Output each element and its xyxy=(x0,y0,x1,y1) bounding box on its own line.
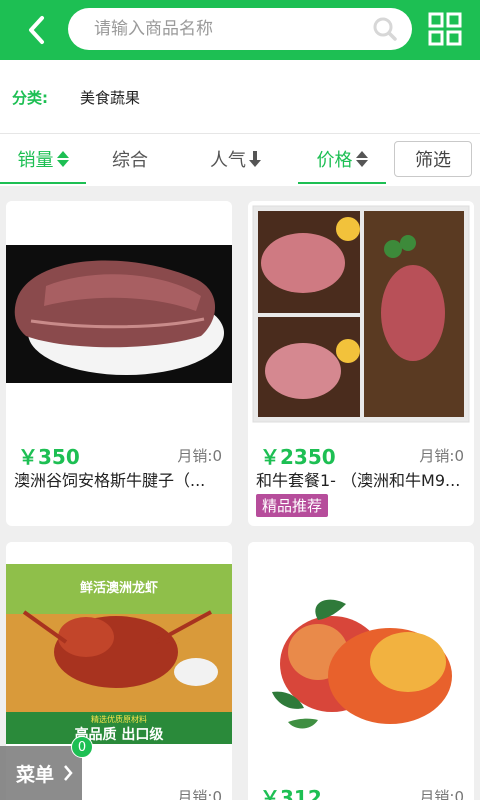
active-underline xyxy=(298,182,386,184)
sort-sales-label: 销量 xyxy=(17,150,54,171)
back-button[interactable] xyxy=(18,12,54,48)
product-title: 澳洲谷饲安格斯牛腱子（... xyxy=(14,471,206,490)
product-sales: 月销:0 xyxy=(177,788,222,800)
chevron-left-icon xyxy=(29,16,44,44)
search-box xyxy=(68,8,412,50)
featured-badge: 精品推荐 xyxy=(256,494,329,517)
product-card[interactable]: ￥350 月销:0 澳洲谷饲安格斯牛腱子（... xyxy=(6,201,232,526)
sort-sales-tab[interactable]: 销量 xyxy=(0,134,86,184)
image-caption-top: 鲜活澳洲龙虾 xyxy=(80,580,158,596)
sort-popular-tab[interactable]: 人气 xyxy=(196,134,276,184)
arrow-down-icon xyxy=(249,151,261,167)
sort-price-tab[interactable]: 价格 xyxy=(298,134,386,184)
image-caption-small: 精选优质原材料 xyxy=(91,714,147,724)
search-icon[interactable] xyxy=(372,16,398,42)
search-input[interactable] xyxy=(94,8,364,50)
menu-label: 菜单 xyxy=(16,763,55,786)
product-card[interactable]: ￥2350 月销:0 和牛套餐1- （澳洲和牛M9... 精品推荐 xyxy=(248,201,474,526)
product-sales: 月销:0 xyxy=(177,447,222,465)
sort-arrows-icon xyxy=(56,151,69,167)
product-image xyxy=(6,201,232,437)
product-price: ￥2350 xyxy=(260,445,336,469)
product-price: ￥312 xyxy=(260,786,322,800)
sort-general-tab[interactable]: 综合 xyxy=(90,134,170,184)
sort-general-label: 综合 xyxy=(112,150,148,171)
product-title: 和牛套餐1- （澳洲和牛M9... xyxy=(256,471,461,490)
product-sales: 月销:0 xyxy=(419,447,464,465)
category-value[interactable]: 美食蔬果 xyxy=(80,87,140,108)
top-header xyxy=(0,0,480,60)
sort-popular-label: 人气 xyxy=(210,150,246,171)
grid-icon[interactable] xyxy=(428,12,462,46)
filter-button[interactable]: 筛选 xyxy=(394,141,472,177)
floating-menu-button[interactable]: 菜单 xyxy=(0,746,82,800)
category-label: 分类: xyxy=(12,89,48,107)
product-card[interactable]: ￥312 月销:0 xyxy=(248,542,474,800)
chevron-right-icon xyxy=(64,765,73,781)
sort-arrows-icon xyxy=(355,151,368,167)
active-underline xyxy=(0,182,86,184)
cart-count-badge: 0 xyxy=(71,736,93,758)
product-image xyxy=(248,542,474,778)
product-sales: 月销:0 xyxy=(419,788,464,800)
product-image: 鲜活澳洲龙虾 精选优质原材料 高品质 出口级 xyxy=(6,542,232,778)
product-image xyxy=(248,201,474,437)
category-bar: 分类: 美食蔬果 xyxy=(0,60,480,134)
sort-price-label: 价格 xyxy=(316,150,353,171)
sort-bar: 销量 综合 人气 价格 筛选 xyxy=(0,134,480,186)
product-price: ￥350 xyxy=(18,445,80,469)
